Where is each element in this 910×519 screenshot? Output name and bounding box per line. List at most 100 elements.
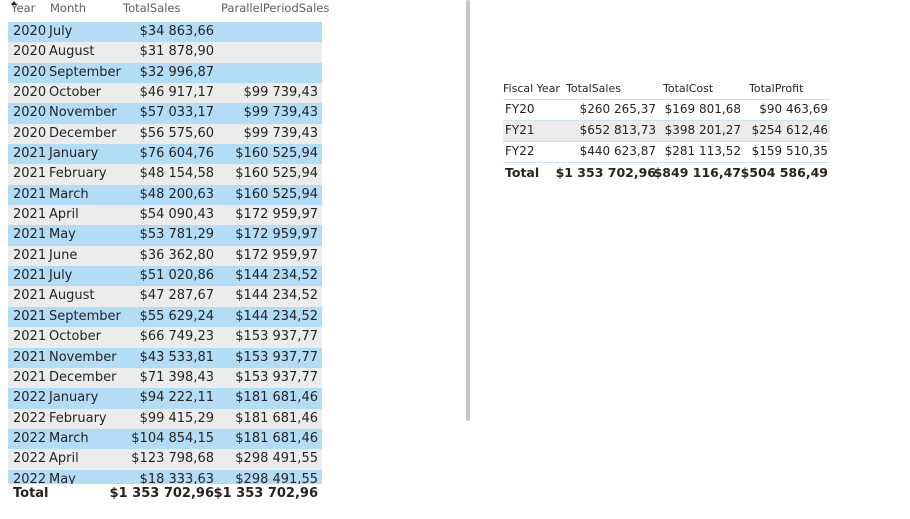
cell-parallel-period-sales: $298 491,55	[235, 471, 318, 484]
cell-month: December	[49, 369, 117, 385]
table-body: FY20 $260 265,37 $169 801,68 $90 463,69 FY21…	[503, 100, 830, 163]
cell-year: 2020	[13, 64, 47, 80]
total-sales: $1 353 702,96	[109, 486, 214, 501]
table-row[interactable]: 2020 July $34 863,66	[8, 22, 322, 43]
cell-month: May	[49, 471, 76, 484]
scrollbar[interactable]	[466, 0, 470, 421]
cell-total-sales: $32 996,87	[139, 64, 214, 80]
cell-total-sales: $104 854,15	[131, 430, 214, 446]
header-fiscal-year[interactable]: Fiscal Year	[503, 82, 560, 95]
table-row[interactable]: 2020 November $57 033,17 $99 739,43	[8, 103, 322, 124]
cell-parallel-period-sales: $153 937,77	[235, 369, 318, 385]
cell-year: 2022	[13, 410, 47, 426]
cell-year: 2021	[13, 207, 47, 223]
total-label: Total	[13, 486, 49, 501]
cell-parallel-period-sales: $160 525,94	[235, 146, 318, 162]
table-row[interactable]: 2021 May $53 781,29 $172 959,97	[8, 225, 322, 246]
cell-total-cost: $281 113,52	[664, 144, 741, 158]
cell-total-profit: $90 463,69	[759, 102, 828, 116]
cell-total-sales: $76 604,76	[139, 146, 214, 162]
total-sales: $1 353 702,96	[555, 165, 656, 180]
table-row[interactable]: 2021 August $47 287,67 $144 234,52	[8, 286, 322, 307]
table-row[interactable]: 2020 September $32 996,87	[8, 62, 322, 84]
header-total-sales[interactable]: TotalSales	[566, 82, 621, 95]
cell-total-cost: $398 201,27	[664, 123, 741, 137]
table-row[interactable]: 2021 January $76 604,76 $160 525,94	[8, 144, 322, 165]
cell-total-profit: $159 510,35	[751, 144, 828, 158]
cell-total-sales: $34 863,66	[139, 24, 214, 39]
header-month[interactable]: Month	[50, 1, 86, 15]
monthly-sales-table: Year Month TotalSales ParallelPeriodSale…	[8, 0, 329, 501]
table-row[interactable]: 2021 July $51 020,86 $144 234,52	[8, 266, 322, 287]
table-row[interactable]: 2021 September $55 629,24 $144 234,52	[8, 306, 322, 328]
cell-year: 2021	[13, 227, 47, 243]
cell-total-sales: $66 749,23	[139, 329, 214, 345]
cell-month: January	[49, 390, 99, 406]
cell-month: October	[49, 329, 102, 345]
cell-parallel-period-sales: $99 739,43	[243, 85, 318, 101]
cell-year: 2021	[13, 268, 47, 284]
table-row[interactable]: 2021 March $48 200,63 $160 525,94	[8, 184, 322, 206]
cell-month: March	[49, 186, 89, 202]
cell-month: August	[49, 288, 95, 304]
cell-parallel-period-sales: $298 491,55	[235, 451, 318, 467]
cell-parallel-period-sales: $144 234,52	[235, 308, 318, 324]
cell-year: 2021	[13, 369, 47, 385]
table-row[interactable]: 2020 October $46 917,17 $99 739,43	[8, 83, 322, 104]
cell-total-sales: $48 154,58	[139, 166, 214, 182]
cell-year: 2022	[13, 390, 47, 406]
cell-year: 2021	[13, 288, 47, 304]
table-row[interactable]: 2021 December $71 398,43 $153 937,77	[8, 367, 322, 389]
cell-fiscal-year: FY20	[505, 102, 535, 116]
cell-parallel-period-sales: $99 739,43	[243, 105, 318, 121]
table-body[interactable]: 2020 July $34 863,66 2020 August $31 878,90 20…	[8, 22, 322, 484]
cell-month: June	[49, 247, 78, 263]
sort-ascending-icon[interactable]	[11, 1, 17, 5]
cell-parallel-period-sales: $153 937,77	[235, 329, 318, 345]
cell-parallel-period-sales: $181 681,46	[235, 390, 318, 406]
table-header: Fiscal Year TotalSales TotalCost TotalPr…	[503, 79, 830, 100]
cell-total-sales: $43 533,81	[139, 349, 214, 365]
cell-month: December	[49, 125, 117, 141]
cell-total-sales: $260 265,37	[579, 102, 656, 116]
table-row[interactable]: 2021 February $48 154,58 $160 525,94	[8, 164, 322, 185]
header-total-profit[interactable]: TotalProfit	[749, 82, 803, 95]
total-label: Total	[505, 165, 540, 180]
cell-year: 2021	[13, 349, 47, 365]
cell-month: November	[49, 349, 117, 365]
cell-year: 2021	[13, 308, 47, 324]
table-row[interactable]: 2022 February $99 415,29 $181 681,46	[8, 408, 322, 429]
cell-month: April	[49, 207, 79, 223]
cell-year: 2020	[13, 44, 47, 60]
cell-year: 2021	[13, 146, 47, 162]
table-row[interactable]: 2021 June $36 362,80 $172 959,97	[8, 245, 322, 267]
table-row[interactable]: 2022 May $18 333,63 $298 491,55	[8, 469, 322, 484]
table-row[interactable]: 2021 April $54 090,43 $172 959,97	[8, 205, 322, 226]
table-row[interactable]: 2020 December $56 575,60 $99 739,43	[8, 123, 322, 145]
table-row[interactable]: 2020 August $31 878,90	[8, 42, 322, 63]
cell-year: 2021	[13, 186, 47, 202]
cell-parallel-period-sales: $144 234,52	[235, 268, 318, 284]
table-row[interactable]: 2022 January $94 222,11 $181 681,46	[8, 388, 322, 409]
table-row[interactable]: 2021 November $43 533,81 $153 937,77	[8, 347, 322, 368]
cell-total-sales: $99 415,29	[139, 410, 214, 426]
table-row[interactable]: 2022 March $104 854,15 $181 681,46	[8, 428, 322, 450]
header-parallel-period-sales[interactable]: ParallelPeriodSales	[221, 1, 329, 15]
table-row[interactable]: 2021 October $66 749,23 $153 937,77	[8, 327, 322, 348]
cell-parallel-period-sales: $181 681,46	[235, 430, 318, 446]
cell-year: 2022	[13, 451, 47, 467]
cell-parallel-period-sales: $153 937,77	[235, 349, 318, 365]
table-row[interactable]: FY20 $260 265,37 $169 801,68 $90 463,69	[503, 100, 830, 121]
header-total-sales[interactable]: TotalSales	[123, 1, 180, 15]
cell-month: February	[49, 410, 107, 426]
header-total-cost[interactable]: TotalCost	[663, 82, 713, 95]
table-header: Year Month TotalSales ParallelPeriodSale…	[8, 0, 329, 20]
table-row[interactable]: FY21 $652 813,73 $398 201,27 $254 612,46	[503, 121, 830, 142]
table-row[interactable]: FY22 $440 623,87 $281 113,52 $159 510,35	[503, 142, 830, 163]
cell-year: 2021	[13, 166, 47, 182]
total-row: Total $1 353 702,96 $1 353 702,96	[8, 485, 322, 505]
table-row[interactable]: 2022 April $123 798,68 $298 491,55	[8, 449, 322, 470]
cell-total-sales: $46 917,17	[139, 85, 214, 101]
cell-parallel-period-sales: $160 525,94	[235, 186, 318, 202]
cell-month: September	[49, 64, 121, 80]
